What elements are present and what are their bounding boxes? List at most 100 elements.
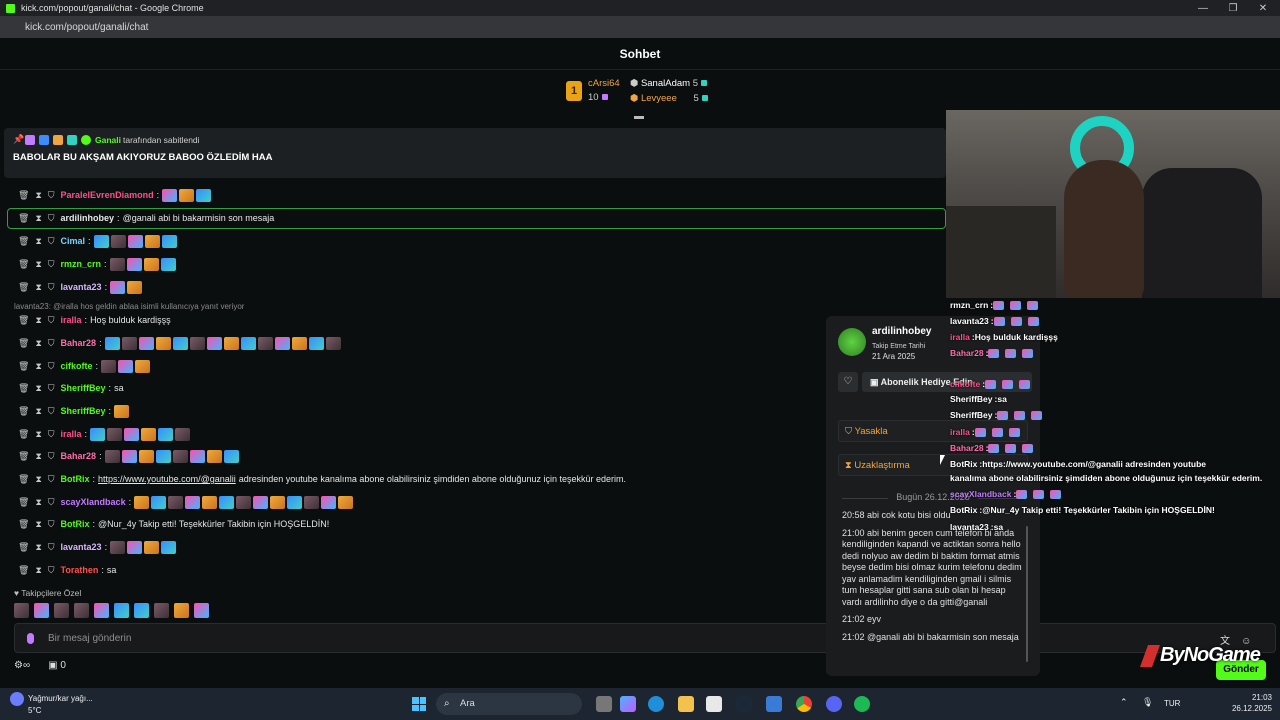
ban-icon[interactable]: ⛉ — [48, 519, 55, 530]
emote[interactable] — [236, 495, 252, 509]
ban-icon[interactable]: ⛉ — [48, 236, 55, 247]
emote[interactable] — [206, 449, 222, 463]
mic-icon[interactable] — [27, 632, 34, 644]
emote[interactable] — [126, 257, 142, 271]
store-icon[interactable] — [706, 696, 722, 712]
taskbar-search[interactable]: ⌕ Ara — [436, 693, 582, 715]
emote[interactable] — [94, 603, 109, 618]
emote[interactable] — [114, 404, 130, 418]
timeout-icon[interactable]: ⧗ — [35, 361, 41, 372]
emote[interactable] — [168, 495, 184, 509]
emote[interactable] — [189, 336, 205, 350]
chat-username[interactable]: Torathen — [61, 565, 99, 575]
emote[interactable] — [161, 234, 177, 248]
chat-username[interactable]: iralla — [61, 429, 82, 439]
ban-icon[interactable]: ⛉ — [48, 406, 55, 417]
timeout-icon[interactable]: ⧗ — [35, 406, 41, 417]
emote[interactable] — [138, 449, 154, 463]
ban-icon[interactable]: ⛉ — [48, 361, 55, 372]
timeout-icon[interactable]: ⧗ — [35, 519, 41, 530]
emote[interactable] — [196, 188, 212, 202]
timeout-icon[interactable]: ⧗ — [35, 383, 41, 394]
ban-icon[interactable]: ⛉ — [48, 259, 55, 270]
chat-username[interactable]: ardilinhobey — [61, 213, 115, 223]
emote[interactable] — [308, 336, 324, 350]
ban-icon[interactable]: ⛉ — [48, 497, 55, 508]
emote[interactable] — [127, 280, 143, 294]
emote[interactable] — [114, 603, 129, 618]
task-view-icon[interactable] — [596, 696, 612, 712]
emote[interactable] — [109, 257, 125, 271]
emote[interactable] — [124, 427, 140, 441]
emote[interactable] — [121, 336, 137, 350]
start-icon[interactable] — [412, 697, 426, 711]
emote[interactable] — [325, 336, 341, 350]
timeout-icon[interactable]: ⧗ — [35, 565, 41, 576]
delete-icon[interactable]: 🗑 — [18, 429, 29, 440]
settings-icon[interactable]: ⚙∞ — [14, 660, 30, 671]
emote[interactable] — [202, 495, 218, 509]
timeout-icon[interactable]: ⧗ — [35, 259, 41, 270]
timeout-icon[interactable]: ⧗ — [35, 474, 41, 485]
timeout-icon[interactable]: ⧗ — [35, 190, 41, 201]
emote[interactable] — [118, 359, 134, 373]
emote[interactable] — [158, 427, 174, 441]
emote[interactable] — [194, 603, 209, 618]
emote[interactable] — [179, 188, 195, 202]
emote[interactable] — [291, 336, 307, 350]
delete-icon[interactable]: 🗑 — [18, 259, 29, 270]
emote[interactable] — [104, 336, 120, 350]
delete-icon[interactable]: 🗑 — [18, 406, 29, 417]
timeout-icon[interactable]: ⧗ — [35, 338, 41, 349]
spotify-icon[interactable] — [854, 696, 870, 712]
minimize-button[interactable]: — — [1188, 0, 1218, 16]
emote[interactable] — [162, 188, 178, 202]
language-indicator[interactable]: TUR — [1164, 699, 1180, 708]
emote[interactable] — [151, 495, 167, 509]
emote[interactable] — [206, 336, 222, 350]
delete-icon[interactable]: 🗑 — [18, 383, 29, 394]
emote[interactable] — [304, 495, 320, 509]
ban-icon[interactable]: ⛉ — [48, 190, 55, 201]
emote[interactable] — [172, 336, 188, 350]
chat-username[interactable]: scayXlandback — [61, 497, 126, 507]
delete-icon[interactable]: 🗑 — [18, 236, 29, 247]
emote[interactable] — [90, 427, 106, 441]
weather-widget[interactable]: Yağmur/kar yağı... 5°C — [10, 692, 93, 716]
chat-username[interactable]: cifkofte — [61, 361, 93, 371]
delete-icon[interactable]: 🗑 — [18, 451, 29, 462]
emote[interactable] — [287, 495, 303, 509]
chat-username[interactable]: iralla — [61, 315, 82, 325]
timeout-icon[interactable]: ⧗ — [35, 451, 41, 462]
emote[interactable] — [110, 280, 126, 294]
emote[interactable] — [101, 359, 117, 373]
chat-username[interactable]: BotRix — [61, 474, 90, 484]
delete-icon[interactable]: 🗑 — [18, 361, 29, 372]
emote[interactable] — [134, 495, 150, 509]
chat-username[interactable]: Cimal — [61, 236, 86, 246]
emote[interactable] — [338, 495, 354, 509]
discord-icon[interactable] — [826, 696, 842, 712]
tray-overflow-icon[interactable]: ⌃ — [1120, 697, 1128, 708]
address-bar[interactable]: kick.com/popout/ganali/chat — [0, 16, 1280, 38]
emote[interactable] — [127, 234, 143, 248]
ban-icon[interactable]: ⛉ — [48, 474, 55, 485]
app-icon[interactable] — [766, 696, 782, 712]
ban-icon[interactable]: ⛉ — [48, 383, 55, 394]
delete-icon[interactable]: 🗑 — [18, 282, 29, 293]
delete-icon[interactable]: 🗑 — [18, 474, 29, 485]
chat-username[interactable]: Bahar28 — [61, 338, 97, 348]
emote[interactable] — [174, 603, 189, 618]
timeout-icon[interactable]: ⧗ — [35, 497, 41, 508]
emote[interactable] — [274, 336, 290, 350]
user-card-username[interactable]: ardilinhobey — [872, 326, 931, 337]
ban-icon[interactable]: ⛉ — [48, 315, 55, 326]
emote[interactable] — [175, 427, 191, 441]
emote[interactable] — [270, 495, 286, 509]
leaderboard-user-3[interactable]: ⬢ Levyeee 5 — [630, 93, 708, 104]
emote[interactable] — [74, 603, 89, 618]
message-link[interactable]: https://www.youtube.com/@ganalii — [98, 474, 236, 484]
emote[interactable] — [104, 449, 120, 463]
emote[interactable] — [253, 495, 269, 509]
chat-username[interactable]: SheriffBey — [61, 406, 106, 416]
